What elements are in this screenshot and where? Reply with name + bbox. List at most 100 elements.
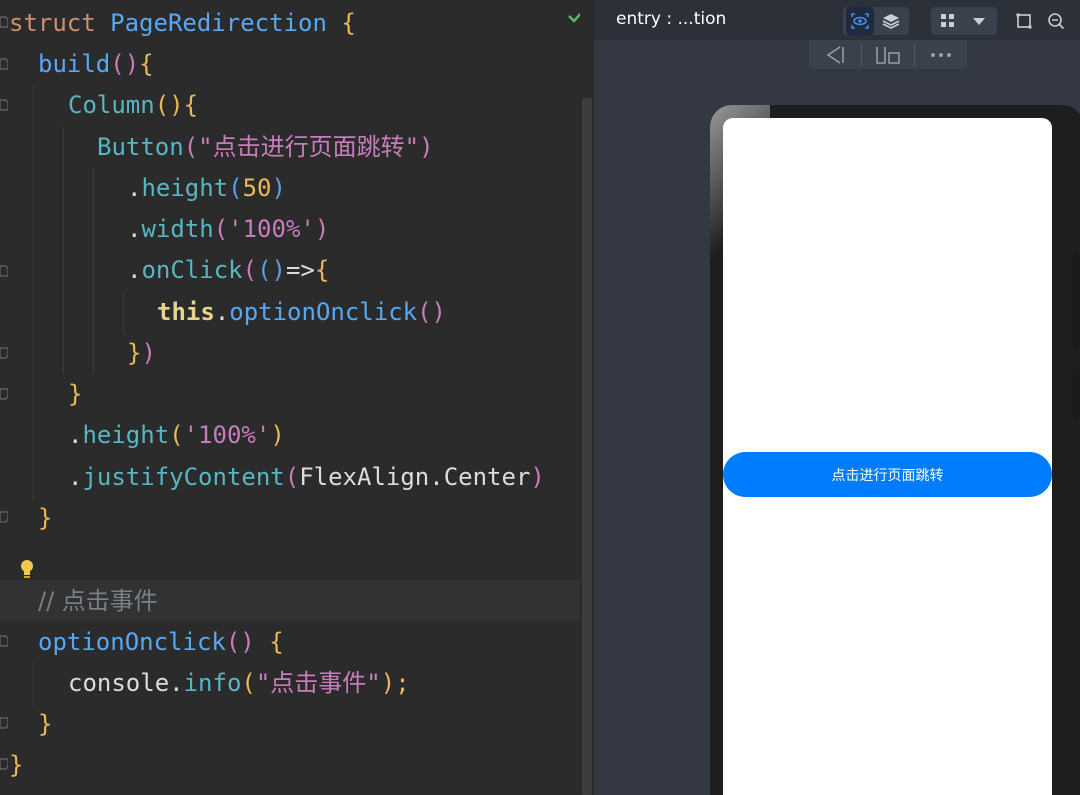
code-line-7[interactable]: .onClick(()=>{ <box>127 250 329 291</box>
method-name: justifyContent <box>82 463 285 491</box>
keyword: struct <box>9 9 96 37</box>
string-literal: '100%' <box>228 215 315 243</box>
code-line-15[interactable]: optionOnclick() { <box>38 622 284 663</box>
dot: . <box>214 298 230 326</box>
brace: } <box>9 751 24 779</box>
fold-marker-icon[interactable] <box>0 15 8 29</box>
previewer-title: entry : ...tion <box>616 9 727 29</box>
parens: () <box>154 91 184 119</box>
component-name: Column <box>68 91 155 119</box>
code-line-6[interactable]: .width('100%') <box>127 209 329 250</box>
object-name: console <box>68 669 170 697</box>
struct-name: PageRedirection <box>110 9 327 37</box>
layers-icon[interactable] <box>877 7 905 35</box>
method-name: height <box>141 174 229 202</box>
grid-icon[interactable] <box>934 7 962 35</box>
chevron-down-icon[interactable] <box>965 7 993 35</box>
brace: { <box>314 256 330 284</box>
argument: FlexAlign.Center <box>299 463 531 491</box>
back-icon[interactable] <box>809 40 861 69</box>
dot: . <box>68 421 83 449</box>
method-name: width <box>141 215 214 243</box>
code-line-12[interactable]: .justifyContent(FlexAlign.Center) <box>68 457 545 498</box>
fold-marker-icon[interactable] <box>0 634 8 648</box>
paren: ) <box>271 174 286 202</box>
code-line-13[interactable]: } <box>38 498 52 539</box>
fold-marker-icon[interactable] <box>0 346 8 360</box>
parens: () <box>257 256 286 284</box>
code-line-14[interactable]: // 点击事件 <box>38 581 158 622</box>
fold-icon[interactable] <box>862 40 914 69</box>
eye-icon[interactable] <box>846 7 874 35</box>
dot: . <box>127 256 142 284</box>
number-literal: 50 <box>242 174 272 202</box>
brace: } <box>38 504 53 532</box>
brace: { <box>269 628 284 656</box>
this-keyword: this <box>157 298 215 326</box>
code-line-8[interactable]: this.optionOnclick() <box>157 292 446 333</box>
fold-marker-icon[interactable] <box>0 510 8 524</box>
method-name: optionOnclick <box>38 628 226 656</box>
code-line-18[interactable]: } <box>9 745 23 786</box>
dot: . <box>127 215 142 243</box>
string-literal: '100%' <box>183 421 271 449</box>
parens: () <box>417 298 446 326</box>
fold-marker-icon[interactable] <box>0 98 8 112</box>
zoom-out-icon[interactable] <box>1042 7 1070 35</box>
string-literal: "点击进行页面跳转" <box>198 133 420 161</box>
code-line-3[interactable]: Column(){ <box>68 85 198 126</box>
paren: ( <box>228 174 243 202</box>
lightbulb-icon[interactable] <box>19 559 35 581</box>
code-line-4[interactable]: Button("点击进行页面跳转") <box>97 127 434 168</box>
paren: ) <box>380 669 396 697</box>
brace: { <box>139 50 154 78</box>
fold-marker-icon[interactable] <box>0 57 8 71</box>
dot: . <box>169 669 184 697</box>
fold-marker-icon[interactable] <box>0 264 8 278</box>
fold-marker-icon[interactable] <box>0 387 8 401</box>
paren: ( <box>242 256 258 284</box>
code-line-16[interactable]: console.info("点击事件"); <box>68 663 410 704</box>
paren: ( <box>284 463 300 491</box>
indent-guide <box>123 292 124 334</box>
paren: ( <box>213 215 229 243</box>
previewer-header: entry : ...tion <box>594 0 1080 40</box>
code-line-10[interactable]: } <box>68 374 82 415</box>
paren: ( <box>241 669 256 697</box>
method-name: optionOnclick <box>229 298 418 326</box>
paren: ) <box>419 133 434 161</box>
fold-marker-icon[interactable] <box>0 757 8 771</box>
view-mode-toolbar <box>843 7 909 35</box>
code-line-5[interactable]: .height(50) <box>127 168 286 209</box>
paren: ( <box>169 421 184 449</box>
device-toolbar <box>931 7 997 35</box>
redirect-button[interactable]: 点击进行页面跳转 <box>723 452 1052 497</box>
method-name: height <box>82 421 170 449</box>
code-line-11[interactable]: .height('100%') <box>68 415 285 456</box>
scrollbar-thumb[interactable] <box>582 98 592 795</box>
more-icon[interactable] <box>915 40 967 69</box>
brace: } <box>127 339 142 367</box>
semicolon: ; <box>395 669 410 697</box>
brace: } <box>68 380 83 408</box>
code-line-1[interactable]: struct PageRedirection { <box>9 3 356 44</box>
fold-marker-icon[interactable] <box>0 716 8 730</box>
code-editor[interactable]: struct PageRedirection { build(){ Column… <box>0 0 594 795</box>
method-name: onClick <box>141 256 243 284</box>
dot: . <box>68 463 83 491</box>
code-line-2[interactable]: build(){ <box>38 44 154 85</box>
previewer-panel: entry : ...tion 点击进行页面跳转 <box>594 0 1080 795</box>
code-comment: // 点击事件 <box>38 587 158 615</box>
string-literal: "点击事件" <box>255 669 381 697</box>
paren: ( <box>183 133 199 161</box>
code-line-9[interactable]: }) <box>127 333 156 374</box>
code-line-17[interactable]: } <box>38 704 52 745</box>
paren: ) <box>141 339 156 367</box>
brace: } <box>38 710 53 738</box>
parens: () <box>225 628 255 656</box>
parens: () <box>110 50 140 78</box>
paren: ) <box>270 421 285 449</box>
side-button <box>1072 254 1080 350</box>
side-button <box>1072 368 1080 418</box>
crop-icon[interactable] <box>1010 7 1038 35</box>
